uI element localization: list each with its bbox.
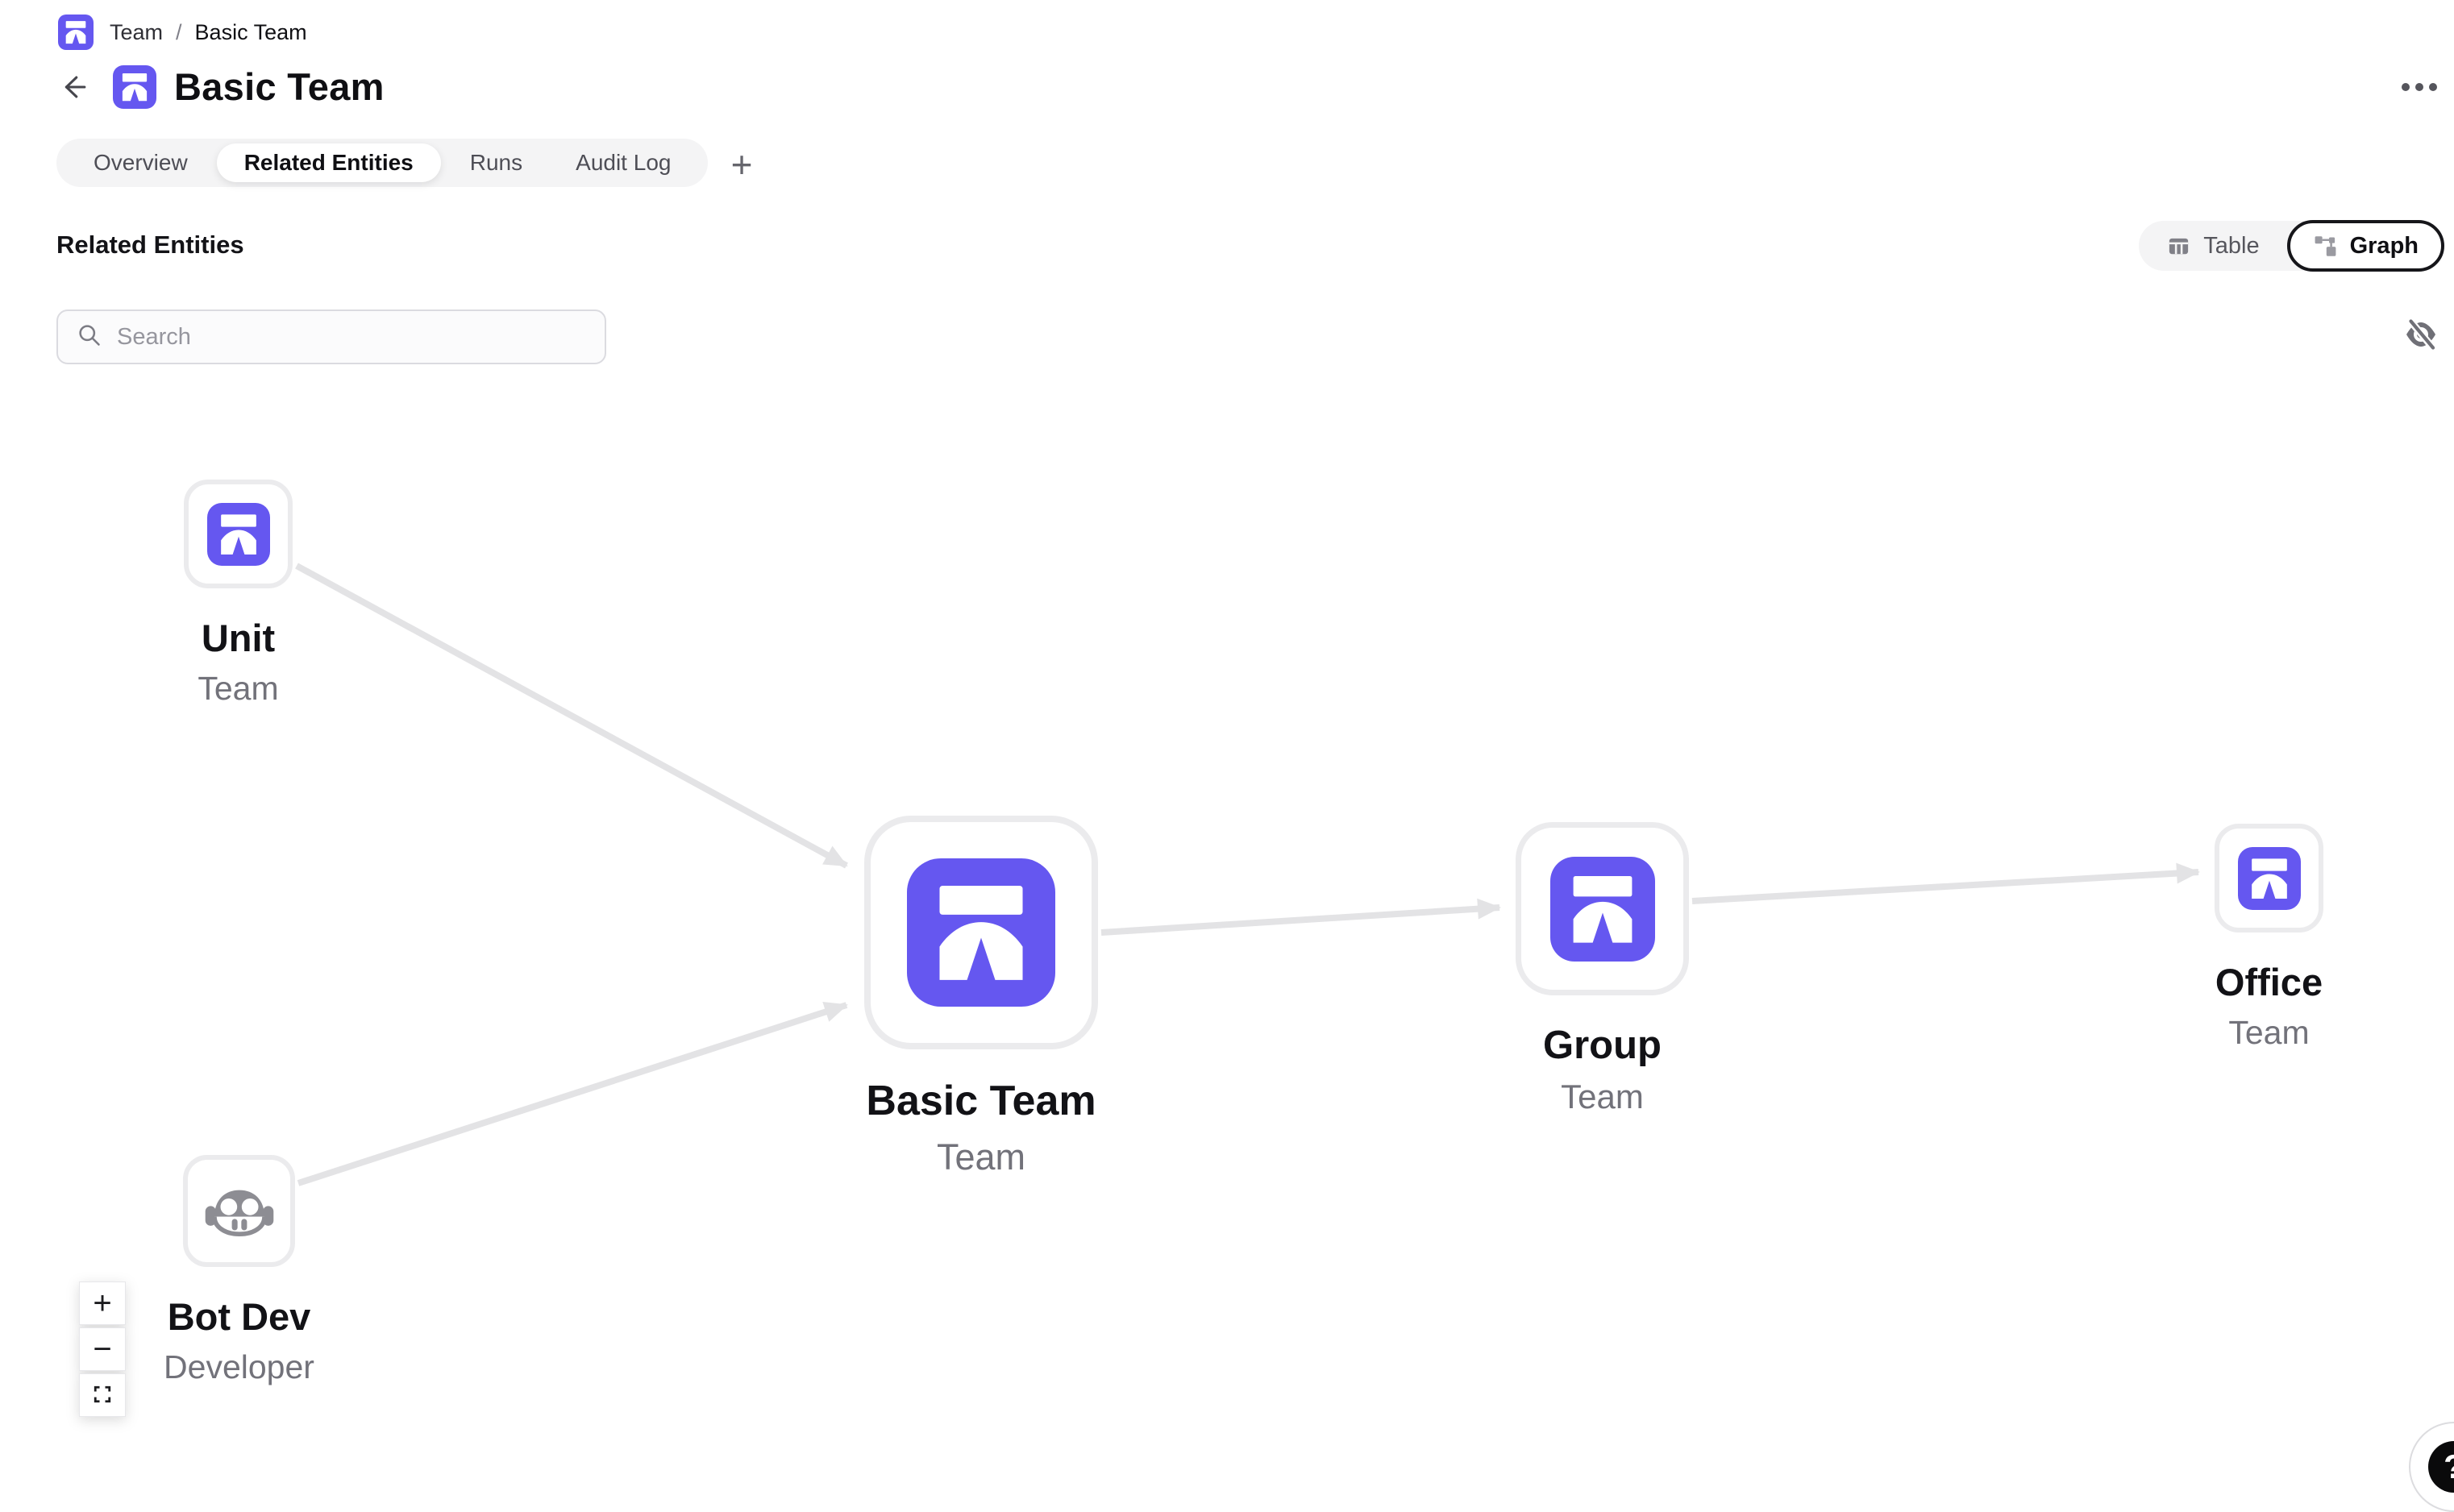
graph-edges [0,0,2454,1465]
graph-node-office[interactable] [2215,824,2323,933]
team-entity-icon [2238,847,2301,910]
graph-node-group[interactable] [1516,822,1689,995]
help-question-badge: ? [2428,1441,2454,1493]
bot-icon [202,1173,277,1249]
edge-bot-dev-to-basic-team [298,1005,846,1183]
edge-basic-team-to-group [1101,908,1499,933]
zoom-controls: + − [79,1281,126,1417]
edge-unit-to-basic-team [297,566,846,866]
zoom-in-button[interactable]: + [79,1281,126,1325]
fullscreen-icon [91,1377,114,1414]
team-entity-icon [207,503,270,566]
fit-view-button[interactable] [79,1373,126,1417]
graph-node-basic-team[interactable] [864,816,1098,1049]
app-root: Team/Basic Team Basic Team OverviewRelat… [0,0,2454,1465]
team-entity-icon [907,858,1055,1007]
graph-node-bot-dev[interactable] [183,1155,295,1267]
help-label: ? [2444,1448,2454,1486]
edge-group-to-office [1692,872,2198,901]
zoom-out-button[interactable]: − [79,1327,126,1371]
team-entity-icon [1550,857,1655,962]
graph-node-unit[interactable] [184,480,293,588]
